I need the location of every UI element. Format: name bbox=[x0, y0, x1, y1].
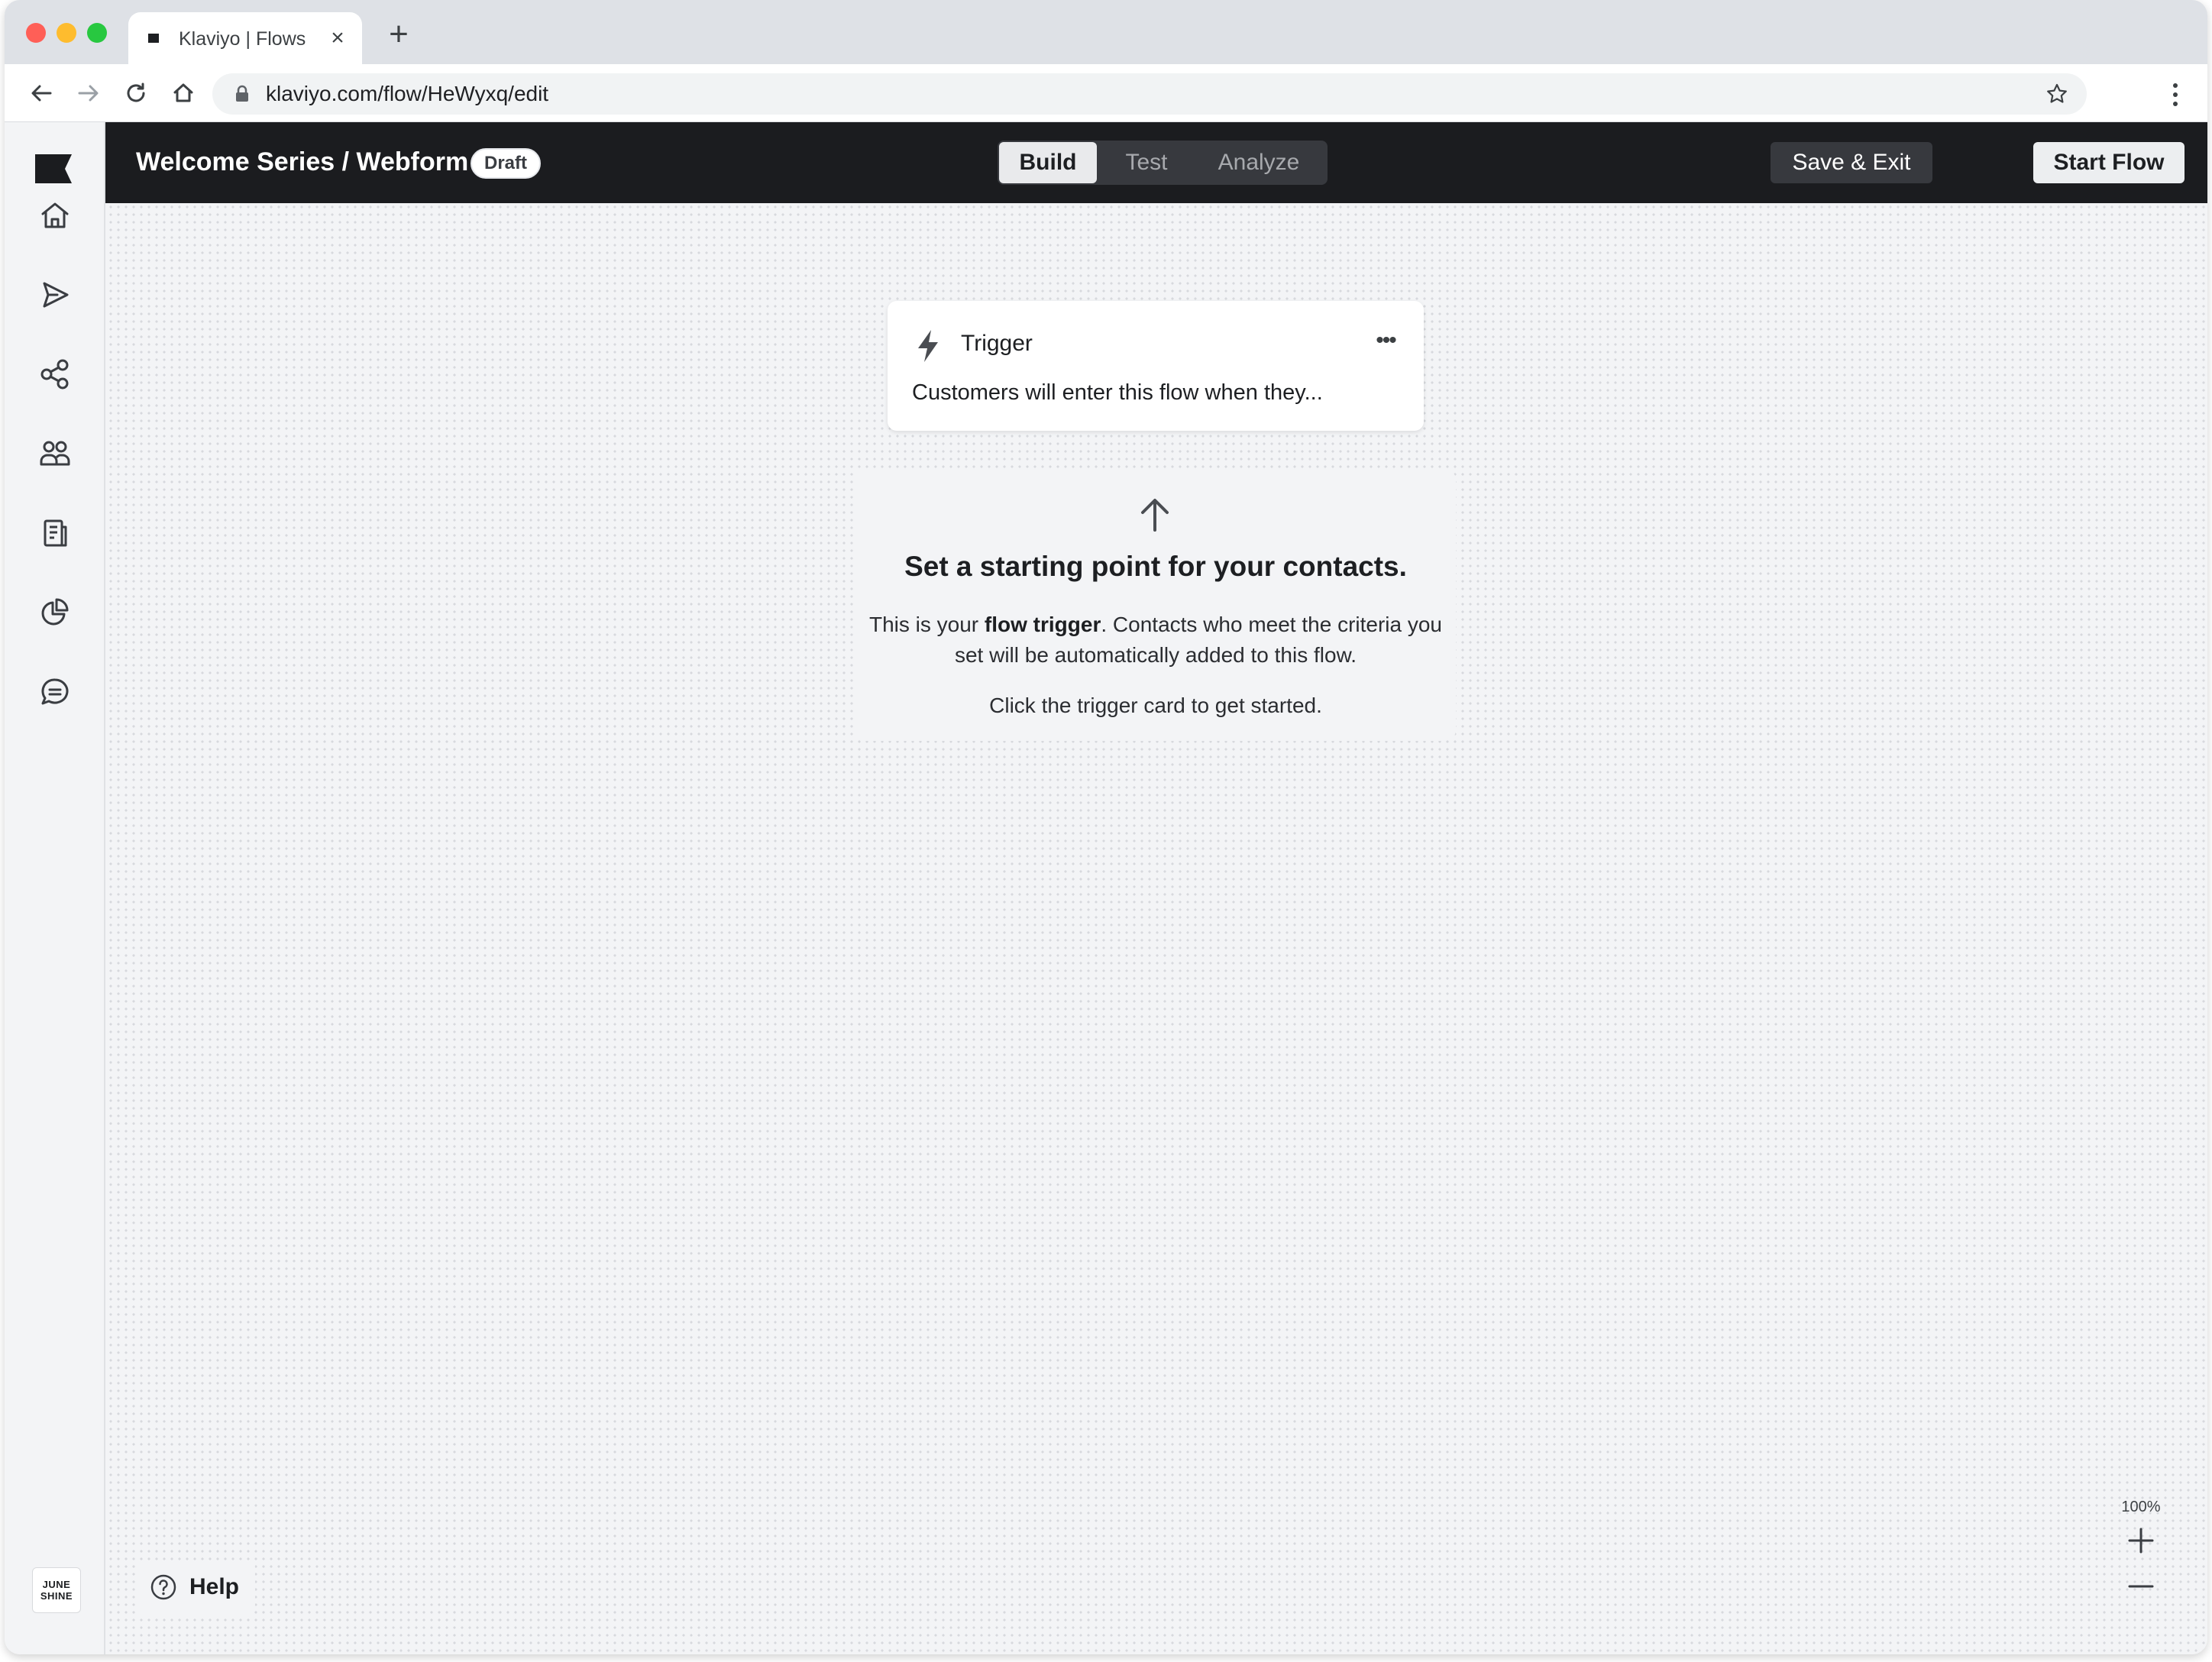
lock-icon bbox=[236, 85, 248, 102]
tab-analyze[interactable]: Analyze bbox=[1196, 141, 1321, 185]
tab-strip: Klaviyo | Flows × + bbox=[5, 0, 2207, 64]
save-exit-button[interactable]: Save & Exit bbox=[1771, 142, 1932, 183]
close-window-button[interactable] bbox=[26, 23, 46, 43]
zoom-out-icon[interactable] bbox=[2123, 1569, 2159, 1604]
address-bar[interactable]: klaviyo.com/flow/HeWyxq/edit bbox=[212, 73, 2087, 115]
send-icon[interactable] bbox=[38, 278, 72, 312]
reload-icon[interactable] bbox=[121, 78, 151, 108]
brand-line-1: JUNE bbox=[42, 1579, 71, 1590]
flow-header: Welcome Series / Webform Draft Build Tes… bbox=[105, 122, 2207, 203]
klaviyo-app: JUNE SHINE Welcome Series / Webform Draf… bbox=[5, 122, 2207, 1654]
zoom-in-icon[interactable] bbox=[2123, 1523, 2159, 1558]
trigger-hint-panel: Set a starting point for your contacts. … bbox=[855, 469, 1456, 741]
tab-close-icon[interactable]: × bbox=[324, 23, 351, 53]
minimize-window-button[interactable] bbox=[57, 23, 76, 43]
mode-tabs: Build Test Analyze bbox=[998, 141, 1328, 185]
browser-toolbar: klaviyo.com/flow/HeWyxq/edit bbox=[5, 64, 2207, 122]
forward-arrow-icon[interactable] bbox=[73, 78, 104, 108]
help-label: Help bbox=[189, 1574, 240, 1599]
zoom-level: 100% bbox=[2121, 1499, 2161, 1515]
hint-body: This is your flow trigger. Contacts who … bbox=[855, 610, 1456, 671]
new-tab-button[interactable]: + bbox=[383, 18, 414, 51]
hint-cta: Click the trigger card to get started. bbox=[989, 694, 1322, 717]
tab-build[interactable]: Build bbox=[999, 142, 1097, 183]
home-page-icon[interactable] bbox=[168, 78, 199, 108]
content-icon[interactable] bbox=[38, 516, 72, 550]
help-button[interactable]: Help bbox=[137, 1561, 255, 1615]
home-icon[interactable] bbox=[38, 199, 72, 232]
browser-window: Klaviyo | Flows × + klaviyo.com/flow/HeW… bbox=[5, 0, 2207, 1654]
audience-icon[interactable] bbox=[38, 437, 72, 470]
back-arrow-icon[interactable] bbox=[26, 78, 57, 108]
status-badge: Draft bbox=[471, 148, 542, 179]
browser-menu-icon[interactable] bbox=[2168, 81, 2183, 108]
maximize-window-button[interactable] bbox=[87, 23, 107, 43]
start-flow-button[interactable]: Start Flow bbox=[2033, 142, 2185, 183]
more-options-icon[interactable]: ••• bbox=[1369, 327, 1402, 357]
sidebar: JUNE SHINE bbox=[5, 122, 105, 1654]
hint-body-prefix: This is your bbox=[868, 613, 985, 636]
flows-icon[interactable] bbox=[38, 357, 72, 391]
brand-line-2: SHINE bbox=[40, 1590, 73, 1602]
flow-canvas[interactable]: Trigger ••• Customers will enter this fl… bbox=[107, 203, 2207, 1654]
klaviyo-logo-icon[interactable] bbox=[35, 154, 72, 183]
lightning-bolt-icon bbox=[918, 330, 938, 362]
trigger-card[interactable]: Trigger ••• Customers will enter this fl… bbox=[888, 301, 1424, 431]
trigger-title: Trigger bbox=[961, 331, 1033, 356]
trigger-description: Customers will enter this flow when they… bbox=[912, 380, 1323, 405]
flow-title: Welcome Series / Webform bbox=[136, 147, 469, 176]
account-brand-tile[interactable]: JUNE SHINE bbox=[32, 1567, 81, 1613]
hint-title: Set a starting point for your contacts. bbox=[904, 551, 1407, 582]
browser-tab-klaviyo[interactable]: Klaviyo | Flows × bbox=[128, 12, 362, 64]
url-text: klaviyo.com/flow/HeWyxq/edit bbox=[266, 82, 549, 105]
tab-title: Klaviyo | Flows bbox=[179, 28, 306, 50]
tab-test[interactable]: Test bbox=[1104, 141, 1188, 185]
help-circle-icon bbox=[150, 1574, 176, 1600]
hint-body-bold: flow trigger bbox=[984, 613, 1101, 636]
bookmark-star-icon[interactable] bbox=[2044, 81, 2070, 107]
klaviyo-favicon-icon bbox=[148, 34, 159, 43]
conversations-icon[interactable] bbox=[38, 675, 72, 709]
arrow-up-icon bbox=[1141, 499, 1169, 532]
analytics-icon[interactable] bbox=[38, 596, 72, 629]
